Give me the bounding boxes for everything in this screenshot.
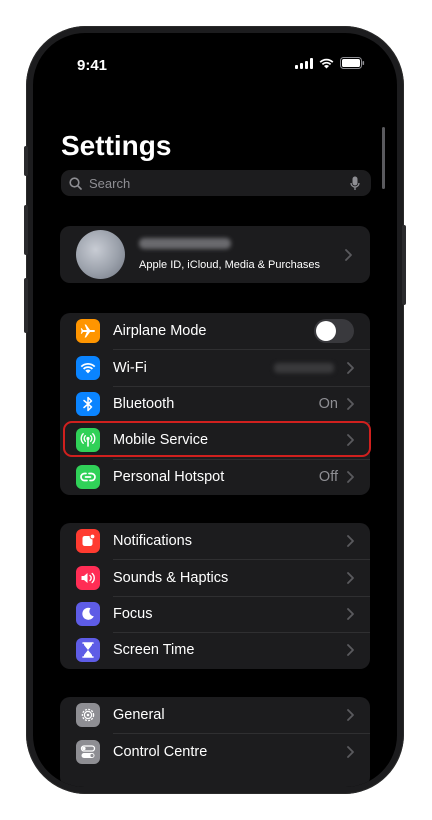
page-title: Settings [61,130,172,161]
side-button [402,225,406,305]
row-mobile-service[interactable]: Mobile Service [60,422,370,458]
volume-up-button [24,205,28,255]
bluetooth-icon [76,391,100,416]
avatar [76,230,125,279]
chevron-right-icon [344,745,356,758]
chevron-right-icon [344,644,356,657]
antenna-icon [76,428,100,453]
bell-icon [76,529,100,554]
chevron-right-icon [344,535,356,548]
row-wifi[interactable]: Wi-Fi [60,349,370,385]
cellular-signal-icon [295,57,313,69]
hotspot-icon [76,464,100,489]
apple-id-card[interactable]: Apple ID, iCloud, Media & Purchases [60,226,370,283]
status-time: 9:41 [77,57,108,74]
status-bar: 9:41 [33,33,397,91]
chevron-right-icon [344,434,356,447]
row-personal-hotspot[interactable]: Personal Hotspot Off [60,458,370,495]
airplane-icon [76,319,100,344]
wifi-status-icon [319,58,334,69]
row-sounds-haptics[interactable]: Sounds & Haptics [60,559,370,595]
row-screen-time[interactable]: Screen Time [60,632,370,668]
row-bluetooth[interactable]: Bluetooth On [60,385,370,422]
volume-down-button [24,278,28,333]
chevron-right-icon [344,608,356,620]
battery-icon [340,57,365,69]
row-label: Focus [113,605,153,622]
row-value: On [318,395,338,412]
scrollbar[interactable] [382,127,385,189]
airplane-mode-toggle[interactable] [314,319,354,344]
row-notifications[interactable]: Notifications [60,523,370,559]
microphone-icon[interactable] [347,175,363,191]
profile-text: Apple ID, iCloud, Media & Purchases [139,238,342,271]
chevron-right-icon [344,361,356,374]
row-label: Airplane Mode [113,323,207,340]
profile-name-redacted [139,238,231,249]
row-focus[interactable]: Focus [60,595,370,632]
switches-icon [76,739,100,764]
row-label: Mobile Service [113,432,209,449]
wifi-network-redacted [274,362,334,373]
moon-icon [76,601,100,626]
row-label: Personal Hotspot [113,468,225,485]
status-icons [295,57,365,69]
search-bar[interactable] [61,170,371,196]
row-label: Control Centre [113,743,208,760]
action-button [24,146,28,176]
speaker-icon [76,565,100,590]
chevron-right-icon [344,709,356,722]
settings-screen: 9:41 Settings Apple ID, iCloud, Media [33,33,397,787]
row-label: Bluetooth [113,395,175,412]
profile-subtitle: Apple ID, iCloud, Media & Purchases [139,259,320,271]
row-label: Notifications [113,533,192,550]
notifications-group: Notifications Sounds & Haptics Focus Scr… [60,523,370,669]
row-value: Off [318,468,338,485]
chevron-right-icon [342,248,354,261]
search-input[interactable] [83,174,347,192]
gear-icon [76,703,100,728]
row-label: General [113,707,165,724]
toggle-knob [316,321,336,342]
row-airplane-mode[interactable]: Airplane Mode [60,313,370,349]
search-icon [69,176,83,190]
chevron-right-icon [344,398,356,410]
chevron-right-icon [344,571,356,584]
hourglass-icon [76,638,100,663]
row-label: Screen Time [113,642,195,659]
row-label: Sounds & Haptics [113,569,229,586]
wifi-icon [76,355,100,380]
row-label: Wi-Fi [113,359,147,376]
chevron-right-icon [344,470,356,483]
connectivity-group: Airplane Mode Wi-Fi Bluetooth On Mobile … [60,313,370,495]
row-control-centre[interactable]: Control Centre [60,733,370,769]
row-general[interactable]: General [60,697,370,733]
general-group: General Control Centre [60,697,370,787]
